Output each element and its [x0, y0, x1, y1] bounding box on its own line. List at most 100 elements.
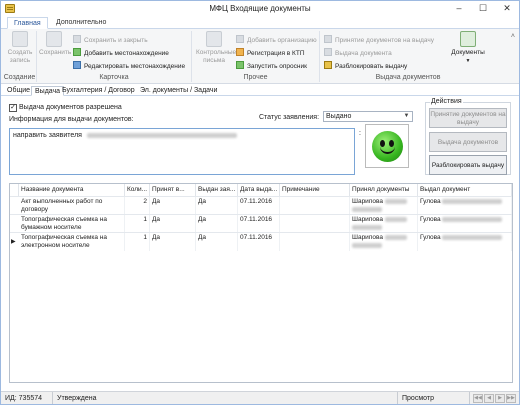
col-header-name[interactable]: Название документа [19, 184, 125, 196]
add-location-button[interactable]: Добавить местонахождение [73, 48, 169, 58]
issue-doc-ribbon-button[interactable]: Выдача документа [324, 48, 392, 58]
cell-qty: 2 [125, 197, 150, 215]
control-letters-button[interactable]: Контрольные письма [196, 31, 236, 65]
cell-accepted: Да [150, 197, 196, 215]
documents-icon [460, 31, 476, 47]
group-label-create: Создание [3, 74, 36, 81]
info-text: направить заявителя [13, 132, 82, 139]
accept-docs-ribbon-button[interactable]: Принятие документов на выдачу [324, 35, 434, 45]
cell-issued-by: Гулова [418, 197, 512, 215]
documents-button[interactable]: Документы ▼ [448, 31, 488, 65]
record-state: Утверждена [53, 392, 398, 404]
cell-date: 07.11.2016 [238, 215, 280, 233]
col-header-accepted[interactable]: Принят в... [150, 184, 196, 196]
collapse-ribbon-icon[interactable]: ˄ [511, 33, 515, 40]
start-survey-button[interactable]: Запустить опросник [236, 61, 307, 71]
prev-record-icon[interactable]: ◀ [484, 394, 494, 403]
ribbon-tabs: Главная Дополнительно [1, 16, 519, 29]
cell-note [280, 197, 350, 215]
group-create: Создать запись Создание [3, 31, 37, 82]
ribbon-tab-home[interactable]: Главная [7, 17, 48, 29]
unlock-issue-button[interactable]: Разблокировать выдачу [429, 155, 507, 175]
main-window: МФЦ Входящие документы – ☐ ✕ Главная Доп… [0, 0, 520, 405]
accept-docs-button[interactable]: Принятие документов на выдачу [429, 108, 507, 128]
maximize-icon[interactable]: ☐ [471, 1, 495, 16]
cell-accepted-by: Шарипова [350, 233, 418, 251]
add-org-button[interactable]: Добавить организацию [236, 35, 317, 45]
table-row[interactable]: ▶ Топографическая съемка на электронном … [10, 232, 512, 251]
save-close-icon [73, 35, 81, 43]
view-mode: Просмотр [398, 392, 470, 404]
next-record-icon[interactable]: ▶ [495, 394, 505, 403]
chevron-down-icon: ▼ [465, 58, 471, 64]
save-close-button[interactable]: Сохранить и закрыть [73, 35, 148, 45]
add-org-icon [236, 35, 244, 43]
cell-accepted-by: Шарипова [350, 197, 418, 215]
window-title: МФЦ Входящие документы [209, 4, 311, 13]
actions-panel: Действия Принятие документов на выдачу В… [425, 98, 511, 175]
actions-legend: Действия [430, 98, 463, 105]
cell-name: Топографическая съемка на бумажном носит… [19, 215, 125, 233]
issue-docs-button[interactable]: Выдача документов [429, 132, 507, 152]
unlock-issue-ribbon-button[interactable]: Разблокировать выдачу [324, 61, 407, 71]
col-header-accepted-by[interactable]: Принял документы [350, 184, 418, 196]
play-icon [236, 61, 244, 69]
table-row[interactable]: Акт выполненных работ по договору 2 Да Д… [10, 196, 512, 215]
col-header-date[interactable]: Дата выда... [238, 184, 280, 196]
last-record-icon[interactable]: ▶▶ [506, 394, 516, 403]
save-button[interactable]: Сохранить [39, 31, 71, 57]
status-indicator [365, 124, 409, 168]
table-row[interactable]: Топографическая съемка на бумажном носит… [10, 214, 512, 233]
unlock-icon [324, 61, 332, 69]
edit-location-button[interactable]: Редактировать местонахождение [73, 61, 185, 71]
minimize-icon[interactable]: – [447, 1, 471, 16]
col-header-issued[interactable]: Выдан зая... [196, 184, 238, 196]
documents-table: Название документа Коли... Принят в... В… [9, 183, 513, 383]
cell-issued: Да [196, 215, 238, 233]
col-header-note[interactable]: Примечание [280, 184, 350, 196]
info-more-icon[interactable]: : [359, 130, 361, 137]
status-bar: ИД: 735574 Утверждена Просмотр ◀◀ ◀ ▶ ▶▶ [1, 391, 519, 404]
tab-edocs[interactable]: Эл. документы / Задачи [137, 86, 220, 96]
group-label-issue: Выдача документов [375, 74, 441, 81]
cell-note [280, 215, 350, 233]
issue-allowed-checkbox[interactable]: ✓ [9, 104, 17, 112]
group-card: Сохранить Сохранить и закрыть Добавить м… [37, 31, 192, 82]
close-icon[interactable]: ✕ [495, 1, 519, 16]
issue-doc-icon [324, 48, 332, 56]
status-label: Статус заявления: [259, 114, 320, 121]
col-header-qty[interactable]: Коли... [125, 184, 150, 196]
ribbon-tab-advanced[interactable]: Дополнительно [50, 17, 112, 29]
cell-name: Топографическая съемка на электронном но… [19, 233, 125, 251]
green-smiley-icon [372, 131, 403, 162]
add-location-icon [73, 48, 81, 56]
ribbon: Создать запись Создание Сохранить Сохран… [1, 29, 519, 84]
first-record-icon[interactable]: ◀◀ [473, 394, 483, 403]
cell-qty: 1 [125, 233, 150, 251]
form-tabs: Общие Выдача Бухгалтерия / Договор Эл. д… [1, 85, 519, 96]
cell-note [280, 233, 350, 251]
register-icon [236, 48, 244, 56]
group-label-card: Карточка [99, 74, 129, 81]
record-id: ИД: 735574 [1, 392, 53, 404]
tab-accounting[interactable]: Бухгалтерия / Договор [59, 86, 138, 96]
cell-issued: Да [196, 197, 238, 215]
info-label: Информация для выдачи документов: [9, 116, 134, 123]
current-row-icon: ▶ [11, 239, 16, 245]
group-other: Контрольные письма Добавить организацию … [192, 31, 320, 82]
accept-docs-icon [324, 35, 332, 43]
cell-accepted-by: Шарипова [350, 215, 418, 233]
edit-location-icon [73, 61, 81, 69]
save-icon [46, 31, 62, 47]
cell-name: Акт выполненных работ по договору [19, 197, 125, 215]
status-select[interactable]: Выдано ▼ [323, 111, 413, 122]
register-ktp-button[interactable]: Регистрация в КТП [236, 48, 305, 58]
cell-qty: 1 [125, 215, 150, 233]
col-header-issued-by[interactable]: Выдал документ [418, 184, 512, 196]
cell-date: 07.11.2016 [238, 233, 280, 251]
info-textarea[interactable]: направить заявителя [9, 128, 355, 175]
issue-allowed-label: Выдача документов разрешена [19, 104, 122, 111]
tab-general[interactable]: Общие [4, 86, 33, 96]
chevron-down-icon: ▼ [403, 113, 410, 119]
create-record-button[interactable]: Создать запись [5, 31, 35, 65]
